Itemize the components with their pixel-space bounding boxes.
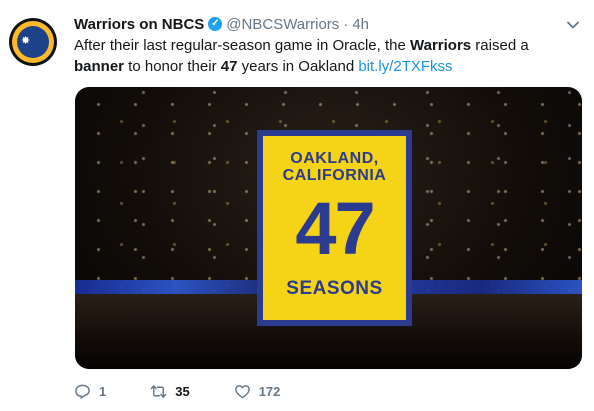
banner-number: 47 — [295, 187, 375, 270]
like-icon — [234, 384, 250, 398]
timestamp[interactable]: 4h — [352, 16, 369, 33]
avatar[interactable]: ✸ — [9, 18, 57, 66]
banner-line1: OAKLAND, — [290, 150, 379, 167]
retweet-icon — [150, 384, 167, 398]
action-bar: 1 35 172 — [74, 381, 324, 401]
banner-line2: CALIFORNIA — [282, 167, 387, 184]
tweet-media-image[interactable]: OAKLAND, CALIFORNIA 47 SEASONS — [75, 87, 582, 369]
reply-count: 1 — [99, 383, 107, 399]
nbc-peacock-icon: ✸ — [21, 35, 31, 47]
tweet-text-part: to honor their — [124, 58, 221, 75]
tweet-link[interactable]: bit.ly/2TXFkss — [358, 58, 452, 75]
tweet-text-part: years in Oakland — [237, 58, 359, 75]
reply-icon — [75, 384, 90, 399]
like-button[interactable]: 172 — [234, 383, 281, 400]
chevron-down-icon[interactable] — [566, 18, 580, 32]
separator-dot: · — [343, 15, 349, 33]
tweet-text: After their last regular-season game in … — [74, 35, 574, 77]
championship-banner: OAKLAND, CALIFORNIA 47 SEASONS — [257, 130, 412, 326]
tweet-text-bold: banner — [74, 58, 125, 75]
reply-button[interactable]: 1 — [74, 383, 106, 400]
display-name[interactable]: Warriors on NBCS — [74, 16, 204, 33]
banner-seasons: SEASONS — [286, 278, 383, 299]
verified-icon: ✓ — [208, 17, 223, 31]
tweet-header: Warriors on NBCS ✓ @NBCSWarriors · 4h — [74, 14, 369, 34]
tweet-text-bold: Warriors — [410, 37, 472, 54]
tweet-text-part: raised a — [471, 37, 529, 54]
tweet-text-part: After their last regular-season game in … — [74, 37, 410, 54]
like-count: 172 — [258, 383, 281, 399]
handle[interactable]: @NBCSWarriors — [226, 16, 339, 33]
retweet-count: 35 — [175, 383, 190, 399]
retweet-button[interactable]: 35 — [150, 383, 190, 400]
tweet-text-bold: 47 — [220, 58, 238, 75]
